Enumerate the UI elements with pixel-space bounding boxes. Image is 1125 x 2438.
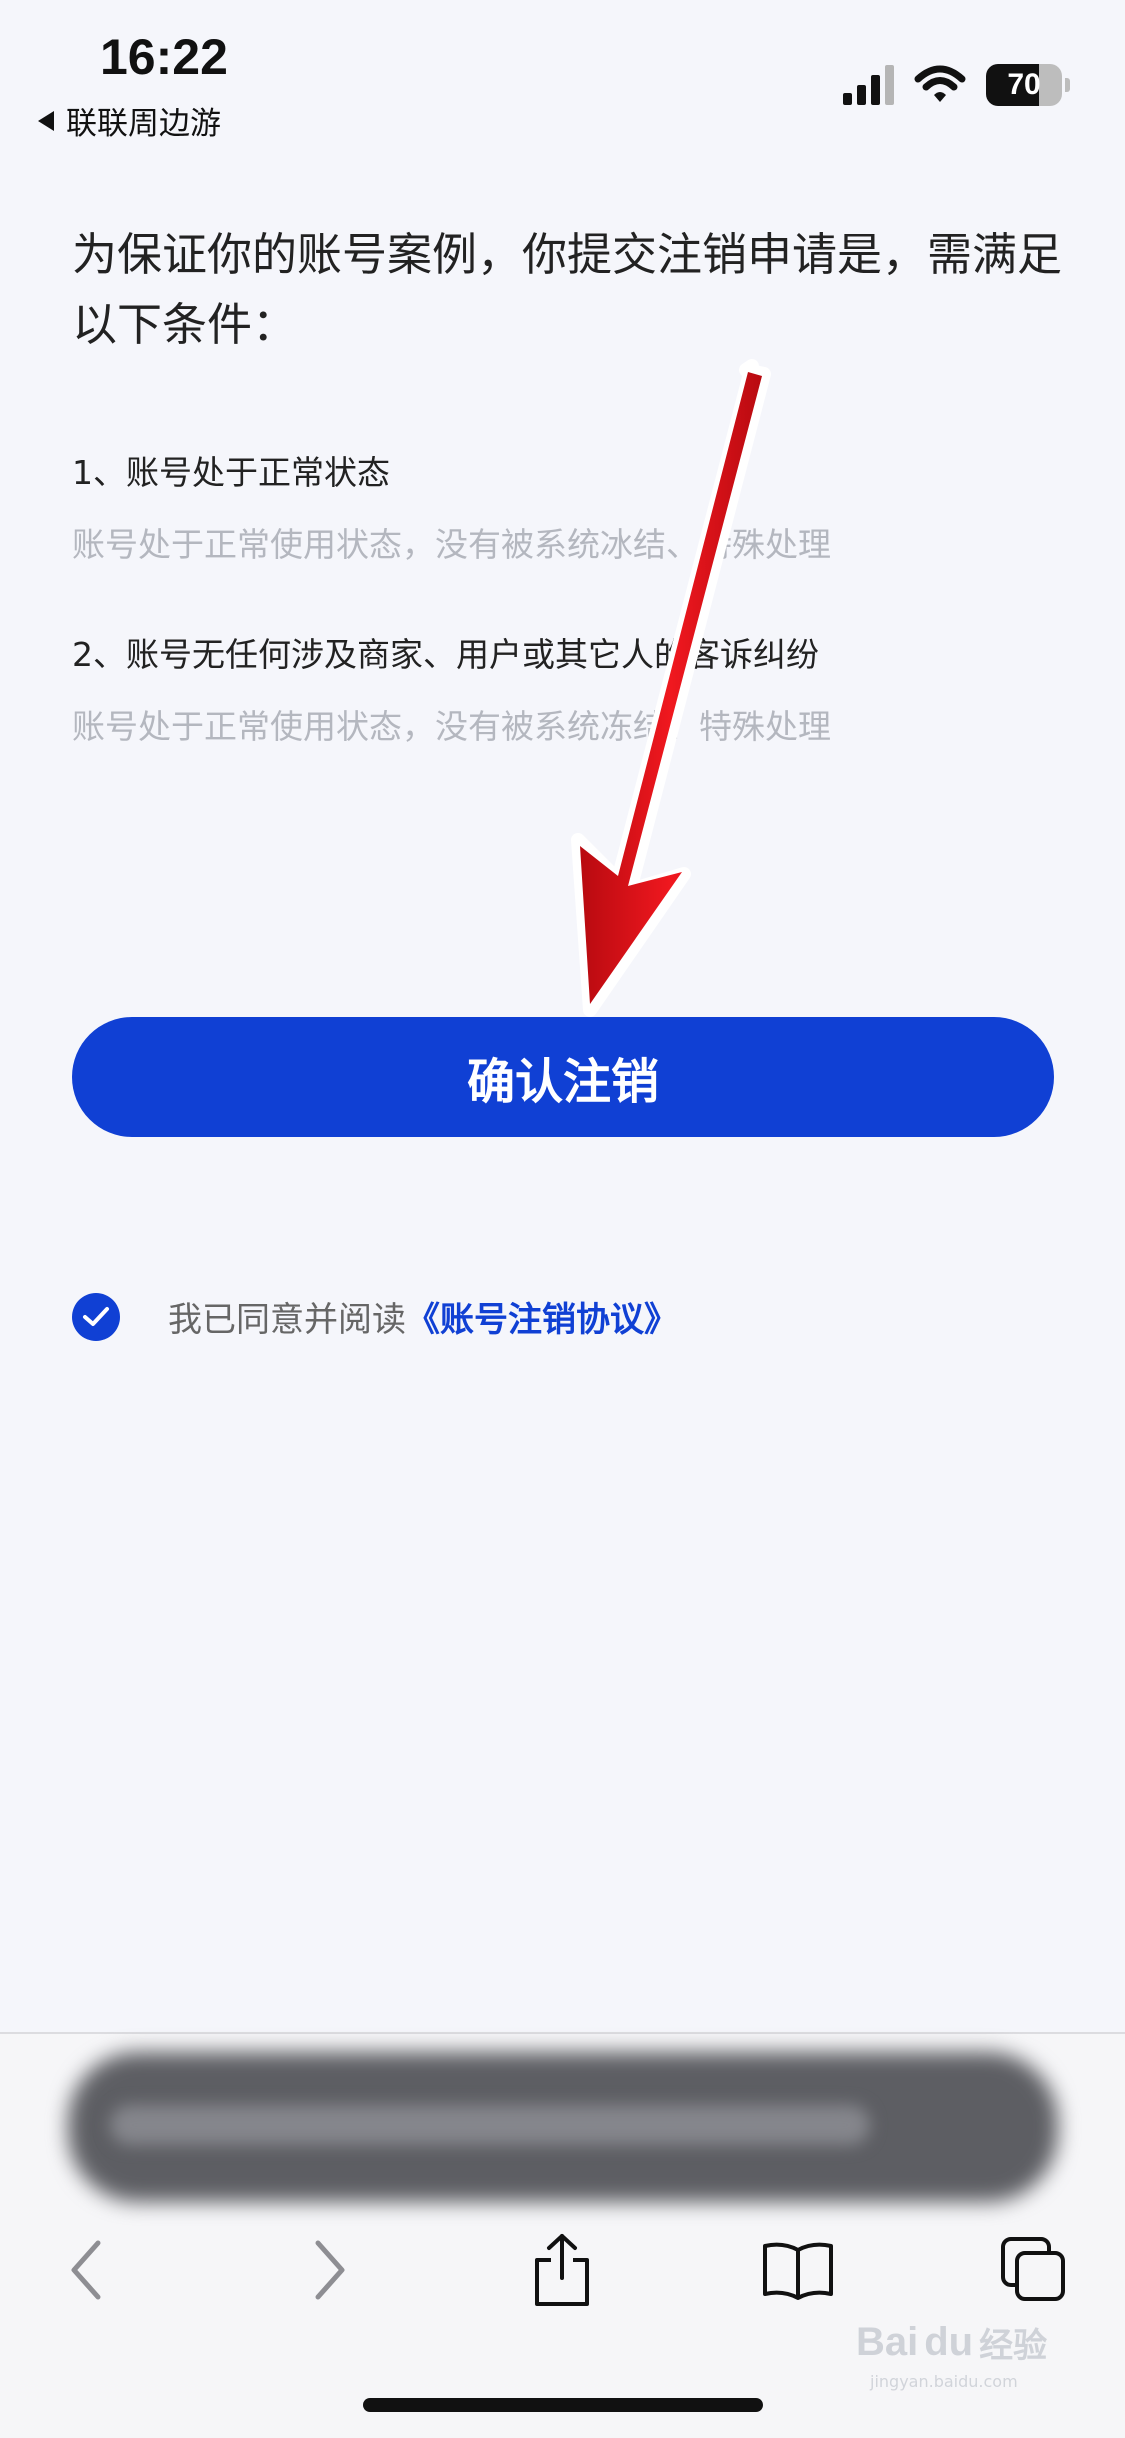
signal-icon — [843, 65, 894, 105]
share-button[interactable] — [522, 2230, 602, 2310]
battery-icon: 70 — [986, 64, 1070, 106]
battery-level: 70 — [986, 64, 1062, 106]
bookmarks-icon — [763, 2242, 833, 2300]
tabs-button[interactable] — [994, 2230, 1074, 2310]
agreement-row: 我已同意并阅读 《账号注销协议》 — [72, 1292, 678, 1341]
address-bar-text-blurred — [110, 2105, 870, 2145]
back-app-label: 联联周边游 — [66, 106, 221, 142]
home-indicator[interactable] — [363, 2398, 763, 2412]
confirm-cancellation-button[interactable]: 确认注销 — [72, 1017, 1054, 1137]
watermark-url: jingyan.baidu.com — [870, 2372, 1018, 2391]
back-button[interactable] — [46, 2230, 126, 2310]
tabs-icon — [1001, 2237, 1065, 2301]
watermark-cn: 经验 — [979, 2327, 1048, 2365]
watermark-brand: Bai — [856, 2320, 919, 2364]
share-icon — [535, 2234, 589, 2306]
chevron-left-icon — [71, 2240, 101, 2300]
baidu-watermark: Bai du 经验 — [856, 2318, 1047, 2367]
forward-button[interactable] — [290, 2230, 370, 2310]
wifi-icon — [914, 65, 966, 102]
chevron-right-icon — [315, 2240, 345, 2300]
condition-1-title: 1、账号处于正常状态 — [72, 453, 390, 492]
condition-2-title: 2、账号无任何涉及商家、用户或其它人的客诉纠纷 — [72, 635, 819, 674]
agreement-link[interactable]: 《账号注销协议》 — [406, 1292, 678, 1341]
back-triangle-icon — [38, 110, 54, 131]
agreement-text: 我已同意并阅读 — [168, 1300, 406, 1340]
back-to-app-button[interactable]: 联联周边游 — [38, 98, 221, 143]
condition-1-desc: 账号处于正常使用状态，没有被系统冰结、特殊处理 — [72, 525, 831, 564]
checkmark-icon — [83, 1306, 109, 1326]
status-indicators: 70 — [843, 64, 1070, 106]
status-time: 16:22 — [100, 29, 228, 85]
agreement-checkbox[interactable] — [72, 1292, 120, 1341]
intro-text: 为保证你的账号案例，你提交注销申请是，需满足以下条件： — [72, 228, 1063, 351]
condition-2-desc: 账号处于正常使用状态，没有被系统冻结、特殊处理 — [72, 707, 831, 746]
bookmarks-button[interactable] — [758, 2230, 838, 2310]
watermark-brand-suffix: du — [924, 2320, 974, 2364]
